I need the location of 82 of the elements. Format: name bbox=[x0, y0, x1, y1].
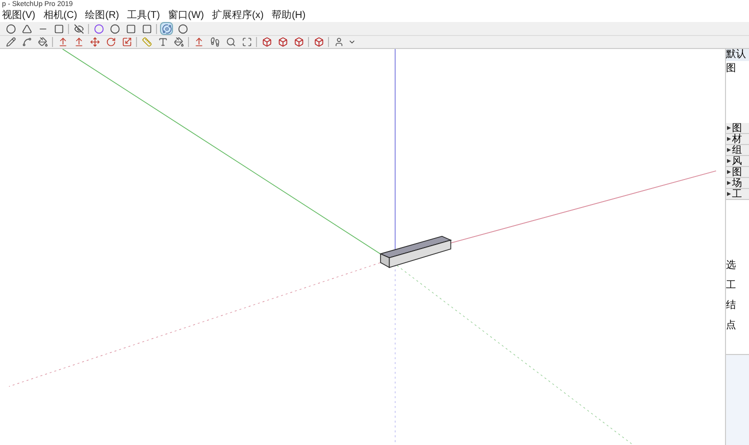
toolbar-button[interactable] bbox=[292, 36, 305, 48]
panel-section[interactable]: 工 bbox=[726, 189, 749, 200]
user-icon bbox=[334, 37, 344, 47]
panel-label: 工 bbox=[726, 280, 737, 292]
arc-icon bbox=[22, 37, 32, 47]
toolbar-button[interactable] bbox=[92, 22, 105, 35]
menu-item[interactable]: 帮助(H) bbox=[272, 10, 306, 22]
tape-icon bbox=[142, 37, 152, 47]
toolbar-button[interactable] bbox=[208, 36, 221, 48]
orbit-icon bbox=[162, 24, 172, 34]
triangle-icon bbox=[22, 24, 32, 34]
toolbar-button[interactable] bbox=[172, 36, 185, 48]
circle-icon bbox=[94, 24, 104, 34]
menu-item[interactable]: 绘图(R) bbox=[85, 10, 120, 22]
panel-section[interactable]: 组 bbox=[726, 145, 749, 156]
text-icon bbox=[158, 37, 168, 47]
toolbar-button[interactable] bbox=[224, 36, 237, 48]
zoom-icon bbox=[226, 37, 236, 47]
panel-section[interactable]: 场 bbox=[726, 178, 749, 189]
panel-label: 结 bbox=[726, 300, 737, 312]
pencil-icon bbox=[6, 37, 16, 47]
square-icon bbox=[54, 24, 64, 34]
toolbar-button[interactable] bbox=[88, 36, 101, 48]
section-label: 工 bbox=[732, 188, 742, 200]
circle-icon bbox=[178, 24, 188, 34]
square-icon bbox=[126, 24, 136, 34]
toolbar-button[interactable] bbox=[240, 36, 253, 48]
toolbar-button[interactable] bbox=[160, 22, 173, 35]
toolbar-button[interactable] bbox=[36, 36, 49, 48]
menu-item[interactable]: 扩展程序(x) bbox=[212, 10, 264, 22]
collapsed-triangle-icon bbox=[727, 170, 731, 174]
paint-icon bbox=[174, 37, 184, 47]
move-icon bbox=[90, 37, 100, 47]
box-icon bbox=[294, 37, 304, 47]
panel-section[interactable]: 风 bbox=[726, 156, 749, 167]
menu-item[interactable]: 视图(V) bbox=[2, 10, 36, 22]
toolbar-button[interactable] bbox=[104, 36, 117, 48]
toolbar-button[interactable] bbox=[108, 22, 121, 35]
rotate-icon bbox=[106, 37, 116, 47]
toolbar-button[interactable] bbox=[260, 36, 273, 48]
section-label: 风 bbox=[732, 156, 742, 166]
panel-label: 点 bbox=[726, 320, 737, 332]
toolbar-button[interactable] bbox=[4, 22, 17, 35]
collapsed-triangle-icon bbox=[727, 159, 731, 163]
tray-title: 默认 bbox=[726, 49, 749, 61]
box-icon bbox=[278, 37, 288, 47]
collapsed-triangle-icon bbox=[727, 192, 731, 196]
panel-section[interactable]: 材 bbox=[726, 134, 749, 145]
box-model[interactable] bbox=[379, 236, 452, 268]
scale-icon bbox=[122, 37, 132, 47]
panel-label: 图 bbox=[726, 63, 737, 75]
caret-icon[interactable] bbox=[348, 38, 356, 46]
menu-item[interactable]: 窗口(W) bbox=[168, 10, 204, 22]
toolbar-button[interactable] bbox=[72, 22, 85, 35]
panel-label: 选 bbox=[726, 260, 737, 272]
collapsed-triangle-icon bbox=[727, 126, 731, 130]
menu-item[interactable]: 相机(C) bbox=[43, 10, 78, 22]
section-label: 图 bbox=[732, 166, 742, 178]
section-label: 组 bbox=[732, 144, 742, 156]
section-label: 场 bbox=[732, 178, 742, 188]
section-label: 图 bbox=[732, 122, 742, 134]
toolbar-button[interactable] bbox=[276, 36, 289, 48]
toolbar-button[interactable] bbox=[312, 36, 325, 48]
box-icon bbox=[314, 37, 324, 47]
walk-icon bbox=[210, 37, 220, 47]
toolbar-button[interactable] bbox=[120, 36, 133, 48]
toolbar-button[interactable] bbox=[4, 36, 17, 48]
box-icon bbox=[262, 37, 272, 47]
hidden-eye-icon bbox=[74, 24, 84, 34]
square-icon bbox=[142, 24, 152, 34]
collapsed-triangle-icon bbox=[727, 148, 731, 152]
collapsed-triangle-icon bbox=[727, 137, 731, 141]
paint-icon bbox=[38, 37, 48, 47]
circle-icon bbox=[110, 24, 120, 34]
toolbar-button[interactable] bbox=[20, 36, 33, 48]
menu-item[interactable]: 工具(T) bbox=[127, 10, 160, 22]
panel-section[interactable]: 图 bbox=[726, 167, 749, 178]
panel-section[interactable]: 图 bbox=[726, 123, 749, 134]
collapsed-triangle-icon bbox=[727, 181, 731, 185]
circle-icon bbox=[6, 24, 16, 34]
toolbar-button[interactable] bbox=[176, 22, 189, 35]
section-label: 材 bbox=[732, 134, 742, 144]
